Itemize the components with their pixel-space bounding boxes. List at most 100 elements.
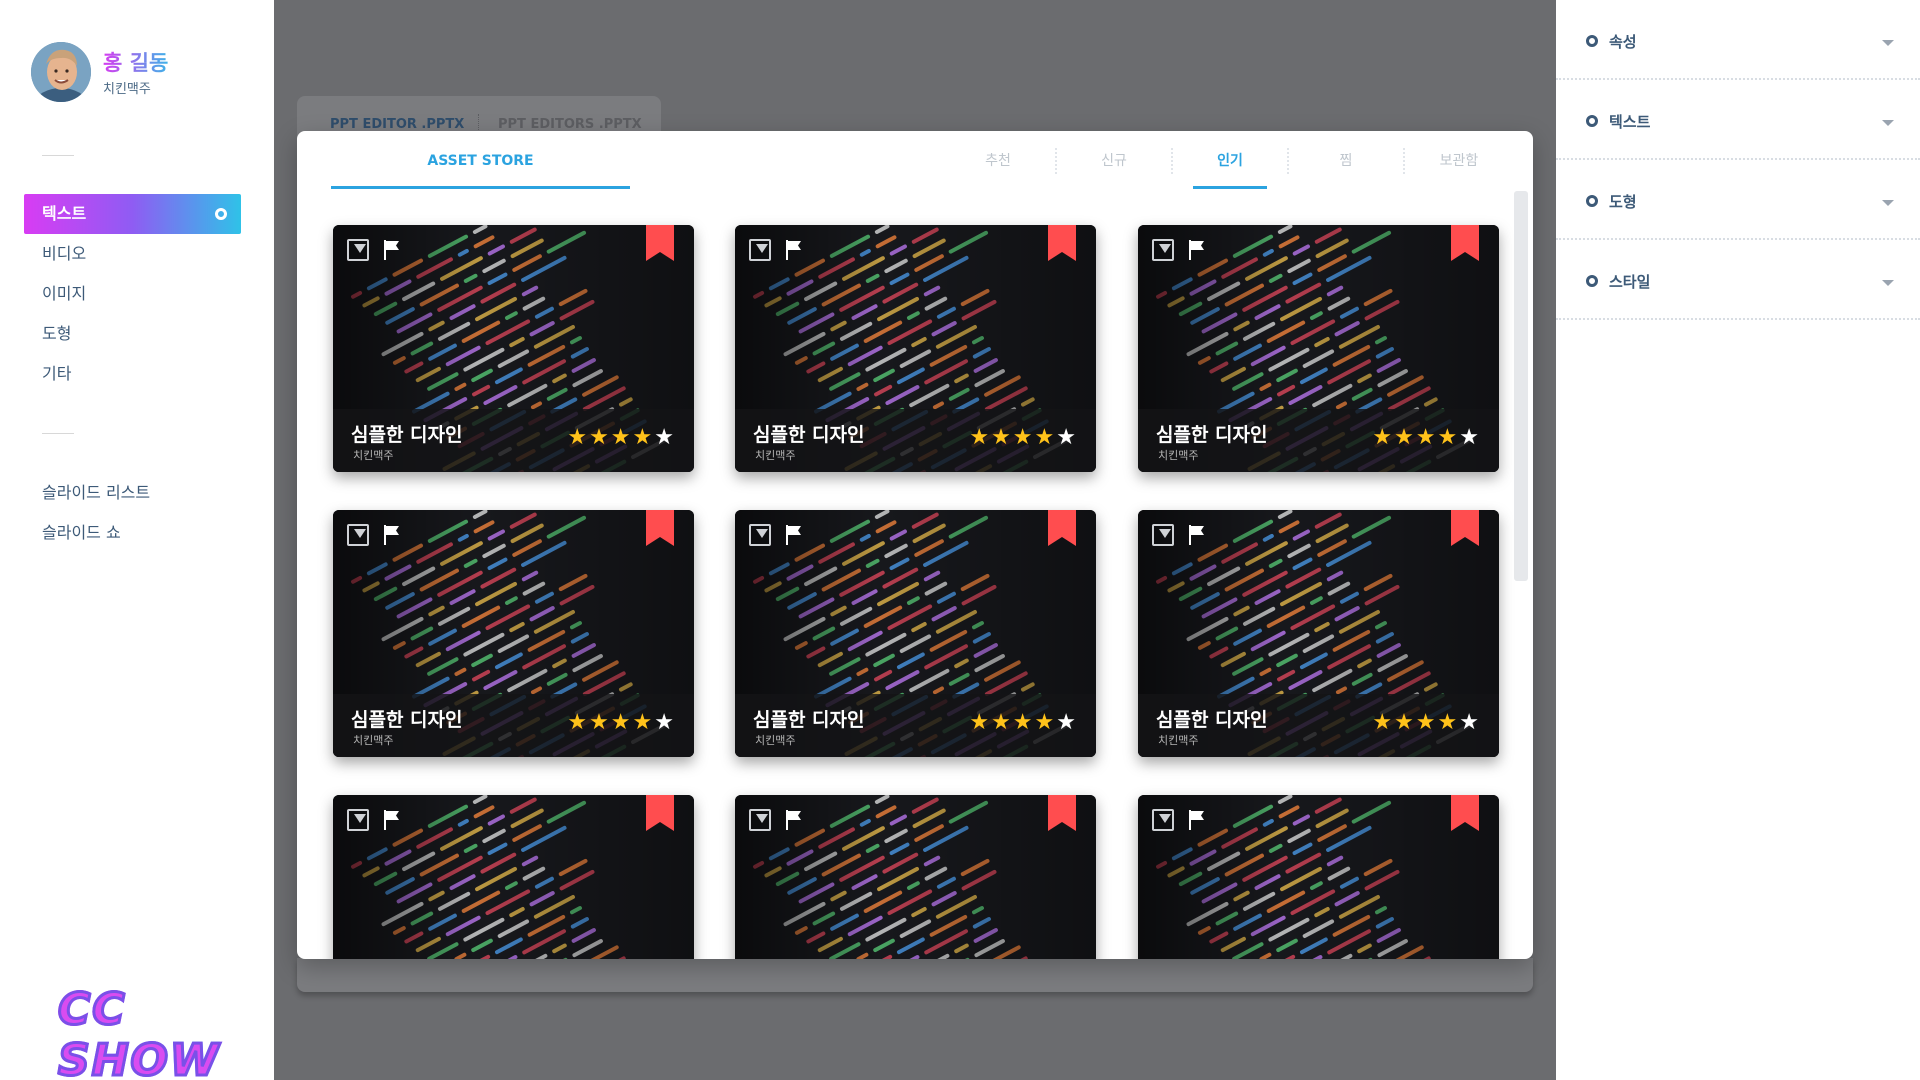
- flag-icon[interactable]: [383, 239, 401, 261]
- star-icon: ★: [969, 425, 990, 450]
- flag-icon[interactable]: [785, 809, 803, 831]
- star-icon: ★: [1372, 710, 1393, 735]
- star-icon: ★: [654, 425, 674, 450]
- tab-separator: [1055, 148, 1057, 174]
- card-author: 치킨맥주: [353, 449, 394, 462]
- bookmark-icon[interactable]: [646, 225, 674, 261]
- asset-card[interactable]: 심플한 디자인 치킨맥주 ★★★★★: [1138, 510, 1499, 757]
- user-profile[interactable]: 홍 길동 치킨맥주: [31, 42, 168, 102]
- asset-card[interactable]: 심플한 디자인 치킨맥주 ★★★★★: [333, 795, 694, 959]
- download-icon[interactable]: [749, 524, 771, 546]
- asset-card[interactable]: 심플한 디자인 치킨맥주 ★★★★★: [735, 795, 1096, 959]
- star-icon: ★: [969, 710, 990, 735]
- star-icon: ★: [1034, 710, 1055, 735]
- star-icon: ★: [1012, 710, 1033, 735]
- star-icon: ★: [1012, 425, 1033, 450]
- chevron-down-icon[interactable]: [1882, 120, 1894, 126]
- flag-icon[interactable]: [1188, 524, 1206, 546]
- tab-storage[interactable]: 보관함: [1422, 131, 1496, 189]
- scrollbar[interactable]: [1514, 191, 1528, 581]
- asset-card[interactable]: 심플한 디자인 치킨맥주 ★★★★★: [1138, 225, 1499, 472]
- star-icon: ★: [567, 710, 588, 735]
- properties-panel: 속성 텍스트 도형 스타일: [1556, 0, 1920, 1080]
- panel-section-label: 속성: [1609, 33, 1637, 51]
- panel-section-label: 텍스트: [1609, 113, 1651, 131]
- menu-item-slide-show[interactable]: 슬라이드 쇼: [24, 513, 241, 553]
- bullet-icon: [1586, 35, 1598, 47]
- menu-item-label: 슬라이드 쇼: [42, 523, 121, 542]
- download-icon[interactable]: [1152, 809, 1174, 831]
- panel-section-properties[interactable]: 속성: [1556, 0, 1920, 80]
- menu-item-shape[interactable]: 도형: [24, 314, 241, 354]
- flag-icon[interactable]: [383, 524, 401, 546]
- star-icon: ★: [1459, 425, 1479, 450]
- chevron-down-icon[interactable]: [1882, 40, 1894, 46]
- logo-text: CC SHOW: [56, 983, 220, 1080]
- card-author: 치킨맥주: [353, 734, 394, 747]
- panel-section-style[interactable]: 스타일: [1556, 240, 1920, 320]
- asset-card[interactable]: 심플한 디자인 치킨맥주 ★★★★★: [735, 225, 1096, 472]
- download-icon[interactable]: [749, 239, 771, 261]
- star-icon: ★: [1394, 425, 1414, 450]
- tab-favorites[interactable]: 찜: [1309, 131, 1383, 189]
- tab-new[interactable]: 신규: [1077, 131, 1151, 189]
- card-title: 심플한 디자인: [1156, 709, 1268, 731]
- bookmark-icon[interactable]: [1451, 510, 1479, 546]
- download-icon[interactable]: [347, 809, 369, 831]
- download-icon[interactable]: [1152, 524, 1174, 546]
- chevron-down-icon[interactable]: [1882, 200, 1894, 206]
- asset-card[interactable]: 심플한 디자인 치킨맥주 ★★★★★: [333, 510, 694, 757]
- bookmark-icon[interactable]: [646, 510, 674, 546]
- divider: [42, 155, 74, 156]
- bookmark-icon[interactable]: [646, 795, 674, 831]
- download-icon[interactable]: [1152, 239, 1174, 261]
- card-info-bar: 심플한 디자인 치킨맥주 ★ ★ ★ ★ ★: [1138, 694, 1499, 757]
- chevron-down-icon[interactable]: [1882, 280, 1894, 286]
- asset-card[interactable]: 심플한 디자인 치킨맥주 ★★★★★: [333, 225, 694, 472]
- menu-item-etc[interactable]: 기타: [24, 354, 241, 394]
- left-sidebar: 홍 길동 치킨맥주 텍스트 비디오 이미지 도형 기타 슬라이드 리스트 슬라이…: [0, 0, 274, 1080]
- bookmark-icon[interactable]: [1451, 795, 1479, 831]
- flag-icon[interactable]: [1188, 239, 1206, 261]
- bookmark-icon[interactable]: [1451, 225, 1479, 261]
- flag-icon[interactable]: [1188, 809, 1206, 831]
- flag-icon[interactable]: [383, 809, 401, 831]
- bookmark-icon[interactable]: [1048, 510, 1076, 546]
- menu-item-video[interactable]: 비디오: [24, 234, 241, 274]
- card-info-bar: 심플한 디자인 치킨맥주 ★ ★ ★ ★ ★: [333, 409, 694, 472]
- flag-icon[interactable]: [785, 524, 803, 546]
- bookmark-icon[interactable]: [1048, 795, 1076, 831]
- menu-item-text[interactable]: 텍스트: [24, 194, 241, 234]
- rating-stars: ★ ★ ★ ★ ★: [1372, 712, 1479, 734]
- rating-stars: ★ ★ ★ ★ ★: [567, 427, 674, 449]
- rating-stars: ★ ★ ★ ★ ★: [567, 712, 674, 734]
- editor-tab[interactable]: PPT EDITORS .PPTX: [498, 117, 642, 132]
- download-icon[interactable]: [347, 524, 369, 546]
- tab-popular[interactable]: 인기: [1193, 131, 1267, 189]
- tab-recommended[interactable]: 추천: [961, 131, 1035, 189]
- menu-item-label: 비디오: [42, 244, 87, 263]
- asset-card[interactable]: 심플한 디자인 치킨맥주 ★★★★★: [1138, 795, 1499, 959]
- download-icon[interactable]: [749, 809, 771, 831]
- download-icon[interactable]: [347, 239, 369, 261]
- bookmark-icon[interactable]: [1048, 225, 1076, 261]
- bullet-icon: [1586, 195, 1598, 207]
- panel-section-text[interactable]: 텍스트: [1556, 80, 1920, 160]
- star-icon: ★: [1415, 425, 1436, 450]
- panel-section-shape[interactable]: 도형: [1556, 160, 1920, 240]
- card-title: 심플한 디자인: [1156, 424, 1268, 446]
- menu-item-image[interactable]: 이미지: [24, 274, 241, 314]
- card-author: 치킨맥주: [755, 734, 796, 747]
- modal-tab-bar: ASSET STORE 추천 신규 인기 찜 보관함: [297, 131, 1533, 191]
- menu-item-slide-list[interactable]: 슬라이드 리스트: [24, 473, 241, 513]
- menu-item-label: 이미지: [42, 284, 87, 303]
- flag-icon[interactable]: [785, 239, 803, 261]
- card-title: 심플한 디자인: [753, 424, 865, 446]
- menu-item-label: 도형: [42, 324, 72, 343]
- tab-asset-store[interactable]: ASSET STORE: [331, 131, 630, 189]
- asset-grid: 심플한 디자인 치킨맥주 ★ ★ ★ ★ ★ 심플한 디자인 치킨맥주 ★ ★ …: [333, 225, 1499, 959]
- asset-store-modal: ASSET STORE 추천 신규 인기 찜 보관함 심플한 디자인 치킨맥주 …: [297, 131, 1533, 959]
- editor-tab[interactable]: PPT EDITOR .PPTX: [330, 117, 464, 132]
- star-icon: ★: [1437, 710, 1458, 735]
- asset-card[interactable]: 심플한 디자인 치킨맥주 ★★★★★: [735, 510, 1096, 757]
